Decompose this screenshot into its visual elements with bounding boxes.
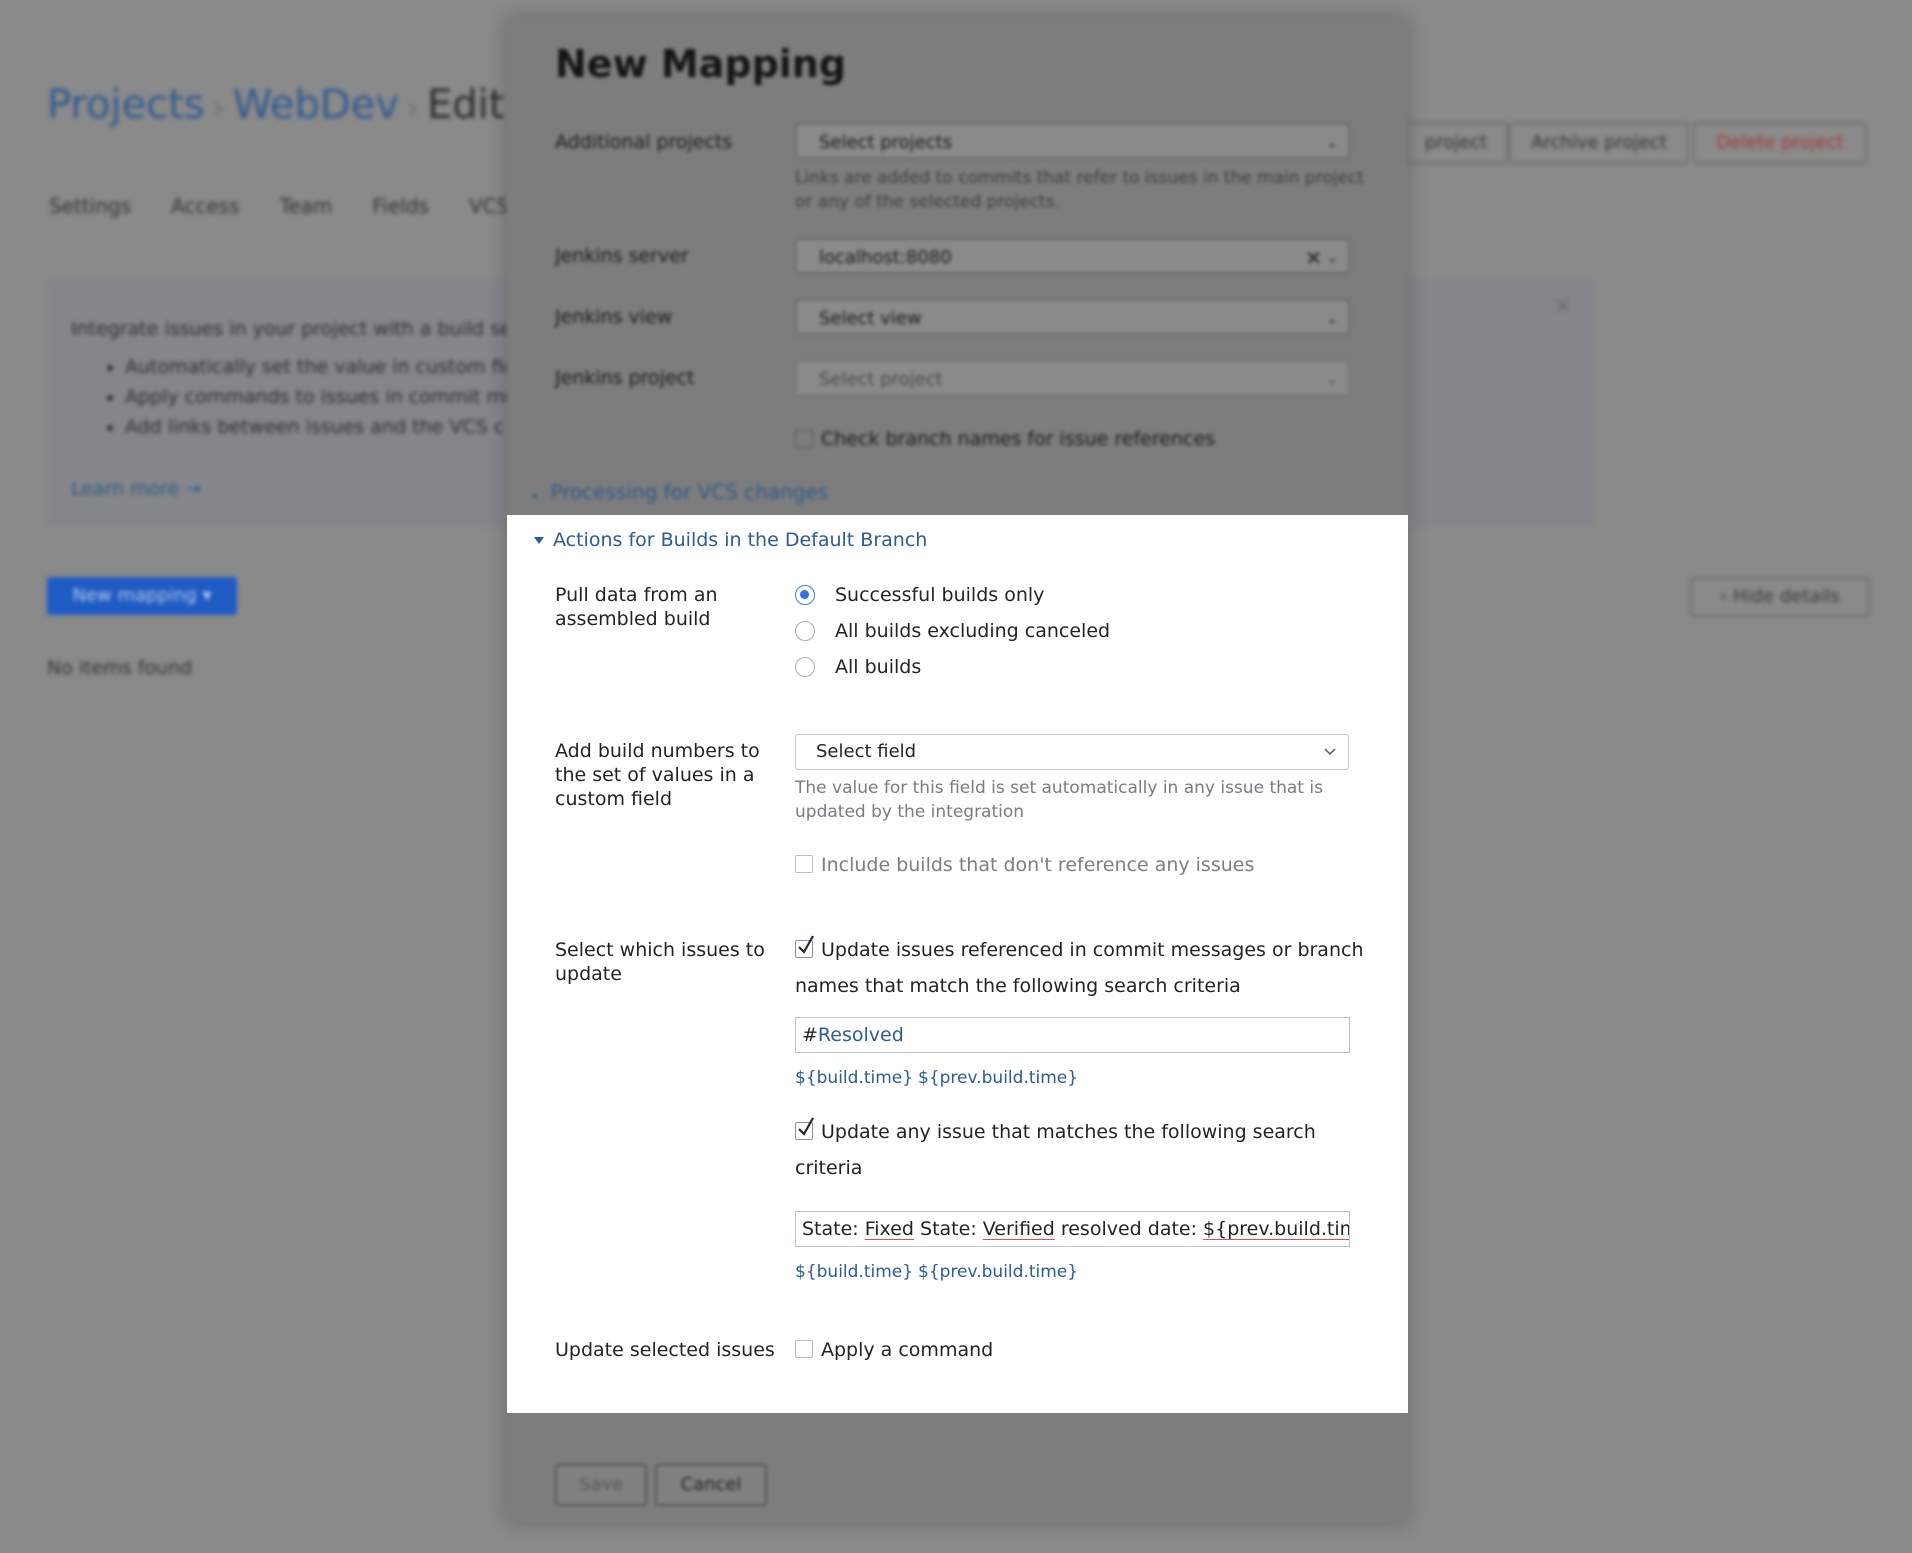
apply-command-checkbox[interactable] xyxy=(795,1340,813,1358)
processing-vcs-title: Processing for VCS changes xyxy=(550,480,829,504)
chevron-down-icon: ⌄ xyxy=(1326,135,1338,151)
apply-command-label[interactable]: Apply a command xyxy=(821,1338,993,1362)
query-part: State: xyxy=(802,1218,865,1240)
check-branch-label: Check branch names for issue references xyxy=(821,428,1216,450)
section-title[interactable]: Actions for Builds in the Default Branch xyxy=(553,529,927,551)
jenkins-view-value: Select view xyxy=(819,308,922,329)
update-any-line1[interactable]: Update any issue that matches the follow… xyxy=(821,1120,1316,1144)
expanded-triangle-icon[interactable] xyxy=(534,537,544,544)
jenkins-project-label: Jenkins project xyxy=(555,367,695,389)
checkmark-icon xyxy=(798,935,814,954)
jenkins-view-select[interactable]: Select view ⌄ xyxy=(795,299,1350,335)
check-branch-checkbox[interactable]: Check branch names for issue references xyxy=(795,428,1215,450)
radio-builds-excluding-canceled[interactable] xyxy=(795,621,815,641)
additional-projects-label: Additional projects xyxy=(555,131,733,153)
select-issues-label-line1: Select which issues to xyxy=(555,939,765,961)
query-resolved: Resolved xyxy=(817,1024,904,1046)
processing-vcs-section[interactable]: ▸ Processing for VCS changes xyxy=(533,480,828,504)
jenkins-server-value: localhost:8080 xyxy=(819,247,952,268)
modal-title: New Mapping xyxy=(555,42,847,86)
additional-projects-hint: Links are added to commits that refer to… xyxy=(795,168,1364,212)
jenkins-server-label: Jenkins server xyxy=(555,245,689,267)
build-numbers-label-line2: the set of values in a xyxy=(555,764,755,786)
select-issues-label-line2: update xyxy=(555,963,622,985)
additional-projects-select[interactable]: Select projects ⌄ xyxy=(795,123,1350,159)
radio-all-builds[interactable] xyxy=(795,657,815,677)
checkmark-icon xyxy=(798,1117,814,1136)
update-selected-label: Update selected issues xyxy=(555,1339,775,1361)
custom-field-value: Select field xyxy=(816,741,917,762)
option-builds-excluding-canceled[interactable]: All builds excluding canceled xyxy=(835,619,1110,643)
builds-default-branch-section: Actions for Builds in the Default Branch… xyxy=(507,515,1408,1413)
prev-build-time-variable[interactable]: ${prev.build.time} xyxy=(918,1262,1078,1282)
query-part: ${prev.build.time} xyxy=(1203,1218,1349,1240)
pull-data-label-line1: Pull data from an xyxy=(555,584,718,606)
any-query-input[interactable]: State: Fixed State: Verified resolved da… xyxy=(795,1211,1350,1247)
query-part: Fixed xyxy=(864,1218,914,1240)
chevron-down-icon: ⌄ xyxy=(1326,311,1338,327)
option-all-builds[interactable]: All builds xyxy=(835,655,921,679)
chevron-down-icon: ⌄ xyxy=(1326,250,1338,266)
jenkins-server-select[interactable]: localhost:8080 ✕ ⌄ xyxy=(795,238,1350,274)
jenkins-view-label: Jenkins view xyxy=(555,306,673,328)
update-any-line2[interactable]: criteria xyxy=(795,1156,862,1180)
chevron-down-icon: ⌄ xyxy=(1326,372,1338,388)
option-successful-builds[interactable]: Successful builds only xyxy=(835,583,1044,607)
include-builds-label[interactable]: Include builds that don't reference any … xyxy=(821,853,1254,877)
save-button[interactable]: Save xyxy=(555,1464,647,1506)
query-part: State: xyxy=(913,1218,983,1240)
custom-field-select[interactable]: Select field xyxy=(795,734,1349,770)
prev-build-time-variable[interactable]: ${prev.build.time} xyxy=(918,1068,1078,1088)
query-part: Verified xyxy=(982,1218,1055,1240)
update-referenced-checkbox[interactable] xyxy=(795,935,814,958)
referenced-query-input[interactable]: #Resolved xyxy=(795,1017,1350,1053)
collapsed-triangle-icon: ▸ xyxy=(533,489,539,502)
build-numbers-label-line3: custom field xyxy=(555,788,673,810)
update-any-checkbox[interactable] xyxy=(795,1117,814,1140)
pull-data-label-line2: assembled build xyxy=(555,608,711,630)
query-part: resolved date: xyxy=(1054,1218,1204,1240)
build-time-variable[interactable]: ${build.time} xyxy=(795,1068,913,1088)
chevron-down-icon xyxy=(1324,745,1336,760)
build-time-variable[interactable]: ${build.time} xyxy=(795,1262,913,1282)
query-hash: # xyxy=(802,1024,818,1046)
include-builds-checkbox[interactable] xyxy=(795,855,813,873)
additional-projects-value: Select projects xyxy=(819,132,953,153)
update-referenced-line2[interactable]: names that match the following search cr… xyxy=(795,974,1241,998)
radio-successful-builds[interactable] xyxy=(795,585,815,605)
custom-field-hint: The value for this field is set automati… xyxy=(795,778,1323,822)
update-referenced-line1[interactable]: Update issues referenced in commit messa… xyxy=(821,938,1363,962)
jenkins-project-select[interactable]: Select project ⌄ xyxy=(795,360,1350,396)
clear-icon[interactable]: ✕ xyxy=(1305,240,1322,276)
cancel-button[interactable]: Cancel xyxy=(655,1464,767,1506)
checkbox-box[interactable] xyxy=(795,430,813,448)
jenkins-project-value: Select project xyxy=(819,369,943,390)
build-numbers-label-line1: Add build numbers to xyxy=(555,740,760,762)
